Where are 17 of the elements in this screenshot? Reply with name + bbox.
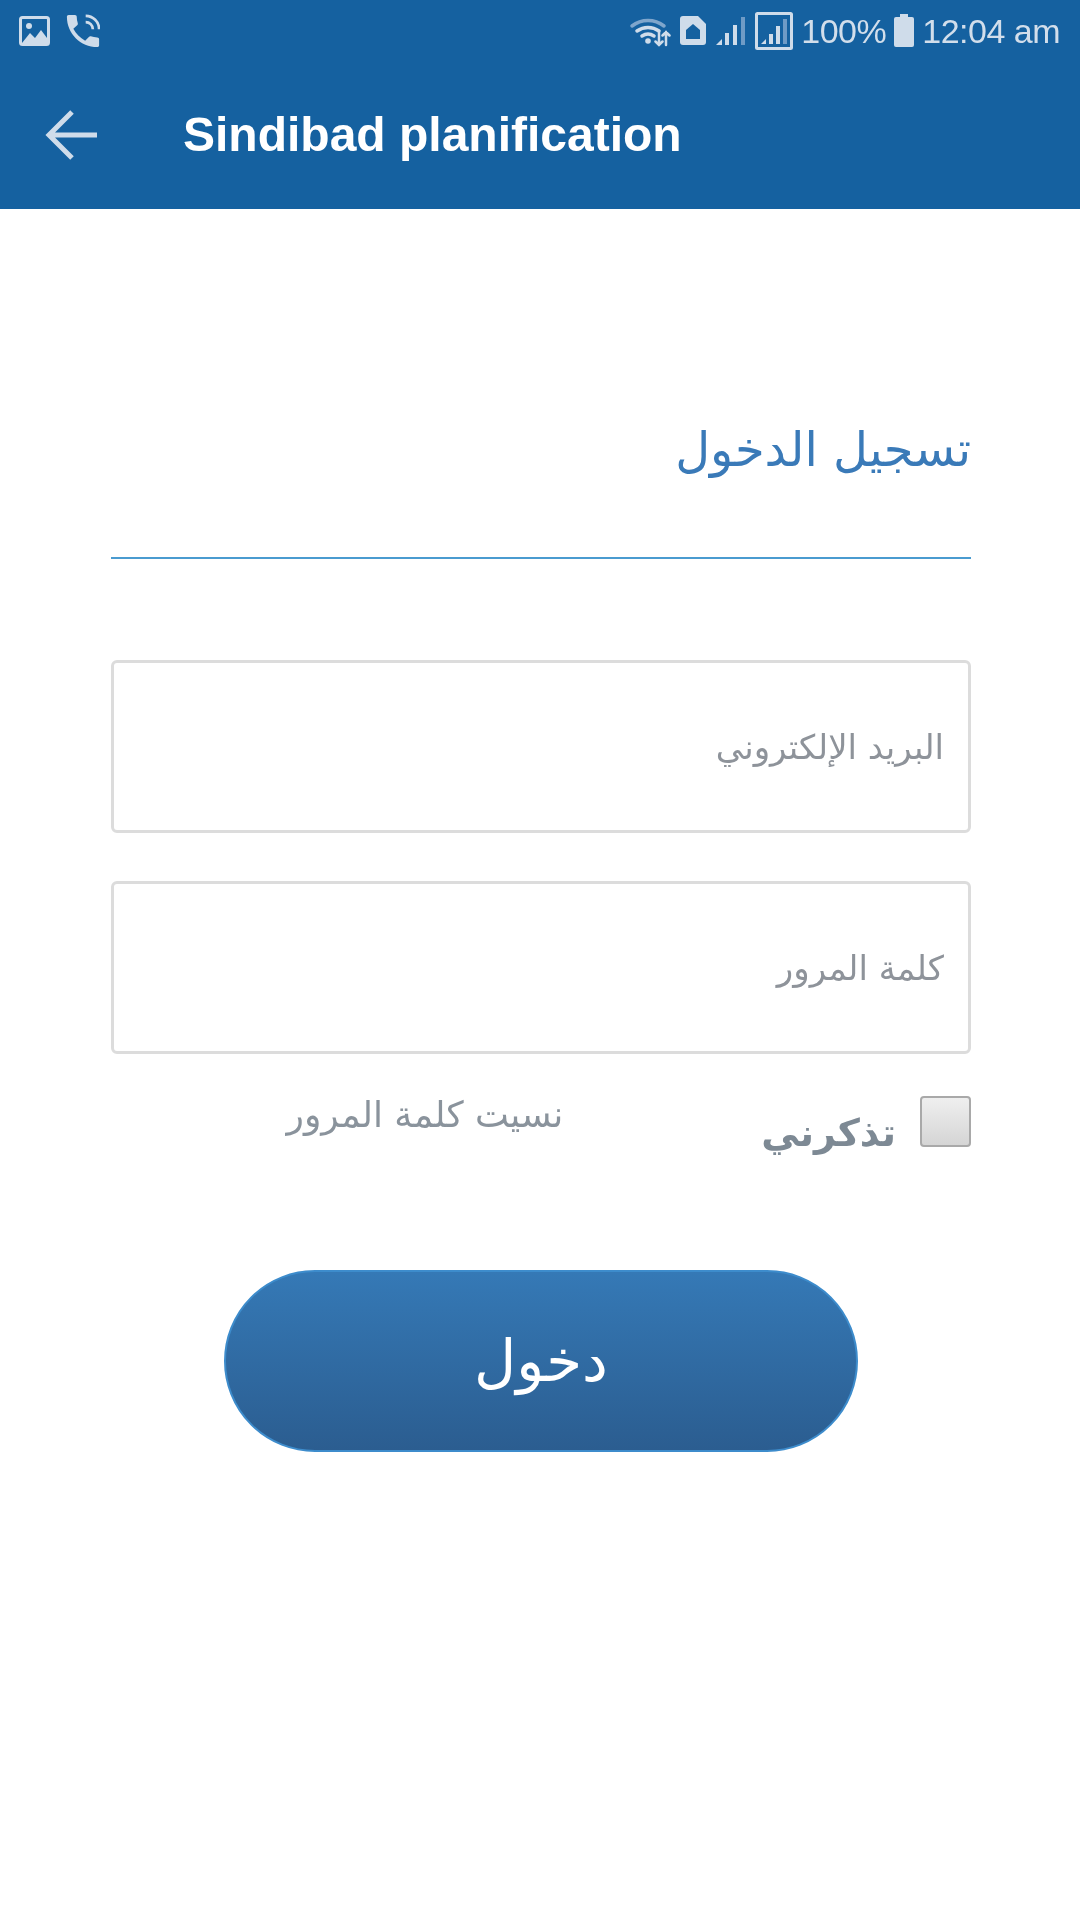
remember-checkbox[interactable] xyxy=(920,1096,971,1147)
battery-icon xyxy=(894,14,915,47)
password-field[interactable]: كلمة المرور xyxy=(111,881,971,1054)
forgot-password-link[interactable]: نسيت كلمة المرور xyxy=(286,1092,564,1138)
battery-percent: 100% xyxy=(801,10,887,51)
signal-icon xyxy=(755,11,794,50)
clock-time: 12:04 am xyxy=(922,10,1060,51)
login-heading: تسجيل الدخول xyxy=(674,420,971,480)
login-button[interactable]: دخول xyxy=(224,1270,858,1452)
remember-me-label: تذكرني xyxy=(761,1110,896,1157)
app-title: Sindibad planification xyxy=(183,107,682,163)
email-field[interactable]: البريد الإلكتروني xyxy=(111,660,971,833)
sim-card-icon xyxy=(679,15,708,46)
phone-call-icon xyxy=(66,13,100,48)
signal-icon xyxy=(715,15,748,46)
image-icon xyxy=(19,15,50,46)
back-icon[interactable] xyxy=(45,108,99,162)
